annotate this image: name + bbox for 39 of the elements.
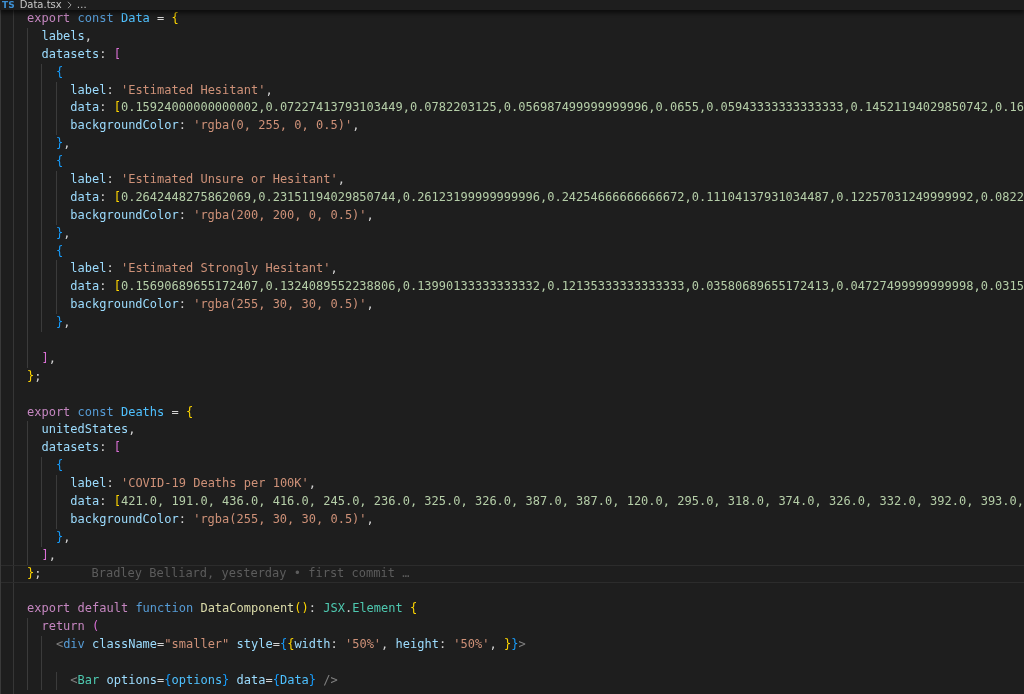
code-line: unitedStates, <box>40 421 136 439</box>
code-line: return ( <box>40 618 100 636</box>
code-line: }; <box>27 367 42 385</box>
code-line: { <box>54 153 64 171</box>
code-line: data: [0.2642448275862069,0.23151194029850744,0.26123199999999996,0.24254666666666672,0.11104137931034487,0.12257031249999992,0.0822 <box>69 188 1024 206</box>
code-line: labels, <box>40 27 93 45</box>
code-line: { <box>54 242 64 260</box>
code-line: label: 'Estimated Unsure or Hesitant', <box>69 171 345 188</box>
breadcrumb-item[interactable]: Data.tsx <box>19 0 62 10</box>
code-line: data: [0.15924000000000002,0.07227413793103449,0.0782203125,0.056987499999999996,0.0655,0.05943333333333333,0.14521194029850742,0.16 <box>69 99 1024 117</box>
blame-annotation: Bradley Belliard, yesterday • first commit … <box>91 565 410 582</box>
code-line: }, <box>54 135 71 153</box>
code-line: export const Deaths = { <box>27 403 194 421</box>
code-line: label: 'Estimated Hesitant', <box>69 81 273 99</box>
code-line: <div className="smaller" style={{width: '50%', height: '50%', }}> <box>54 636 526 654</box>
code-line: <Bar options={options} data={Data} /> <box>69 671 338 689</box>
code-line: backgroundColor: 'rgba(200, 200, 0, 0.5)', <box>69 206 374 224</box>
code-line: ], <box>40 546 56 564</box>
code-line: datasets: [ <box>40 45 121 63</box>
file-type-icon: TS <box>2 0 15 10</box>
code-line: export default function DataComponent(): JSX.Element { <box>27 600 418 618</box>
chevron-icon <box>66 1 72 9</box>
code-line: }; <box>27 565 42 582</box>
code-line: { <box>54 63 64 81</box>
code-line: export const Data = { <box>27 10 179 27</box>
code-line: datasets: [ <box>40 439 121 457</box>
code-line: }, <box>54 528 71 546</box>
code-line: data: [0.15690689655172407,0.1324089552238806,0.13990133333333332,0.12135333333333333,0.03580689655172413,0.04727499999999998,0.0315 <box>69 278 1024 296</box>
code-line: backgroundColor: 'rgba(0, 255, 0, 0.5)', <box>69 117 360 135</box>
code-line: data: [421.0, 191.0, 436.0, 416.0, 245.0, 236.0, 325.0, 326.0, 387.0, 387.0, 120.0, 295.0, 318.0, 374.0, 326.0, 332.0, 392.0, 393.0, <box>69 493 1024 511</box>
code-line: label: 'COVID-19 Deaths per 100K', <box>69 475 316 493</box>
code-line: ], <box>40 349 56 367</box>
code-line: { <box>54 457 64 475</box>
code-line: }, <box>54 314 71 332</box>
code-line: }, <box>54 224 71 242</box>
breadcrumb-item[interactable]: … <box>76 0 87 10</box>
code-line: label: 'Estimated Strongly Hesitant', <box>69 260 338 278</box>
code-line: backgroundColor: 'rgba(255, 30, 30, 0.5)', <box>69 296 374 314</box>
code-line: backgroundColor: 'rgba(255, 30, 30, 0.5)', <box>69 510 374 528</box>
